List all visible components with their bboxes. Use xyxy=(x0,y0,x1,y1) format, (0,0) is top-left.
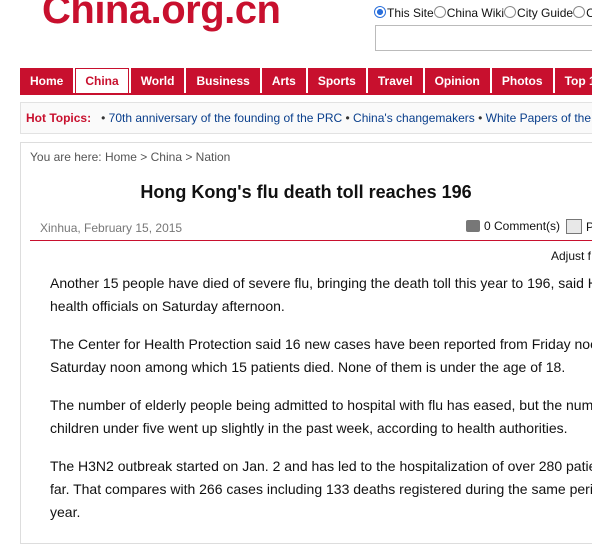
title-divider xyxy=(30,240,592,241)
tab-top[interactable]: Top 1 xyxy=(554,68,592,94)
radio-icon[interactable] xyxy=(504,6,517,18)
tab-home[interactable]: Home xyxy=(20,68,74,94)
article-meta: Xinhua, February 15, 2015 xyxy=(40,221,183,235)
tab-world[interactable]: World xyxy=(130,68,185,94)
article-line: The Center for Health Protection said 16… xyxy=(50,336,592,352)
article-line: Another 15 people have died of severe fl… xyxy=(50,275,592,291)
adjust-font-size[interactable]: Adjust f xyxy=(551,249,591,263)
nav-underline xyxy=(20,93,592,95)
radio-icon[interactable] xyxy=(573,6,586,18)
tab-business[interactable]: Business xyxy=(186,68,260,94)
tab-travel[interactable]: Travel xyxy=(367,68,423,94)
scope-option-china-wiki[interactable]: China Wiki xyxy=(433,6,504,20)
hot-topic-link[interactable]: 70th anniversary of the founding of the … xyxy=(109,111,342,125)
article-line: year. xyxy=(50,504,81,520)
scope-option-this-site[interactable]: This Site xyxy=(374,6,434,20)
search-scope: This Site China Wiki City Guide C xyxy=(374,6,592,20)
article-line: far. That compares with 266 cases includ… xyxy=(50,481,592,497)
radio-icon[interactable] xyxy=(374,6,386,18)
article-line: The number of elderly people being admit… xyxy=(50,397,592,413)
site-logo[interactable]: China.org.cn xyxy=(42,0,281,33)
tab-opinion[interactable]: Opinion xyxy=(424,68,490,94)
article-title: Hong Kong's flu death toll reaches 196 xyxy=(140,182,472,202)
tab-arts[interactable]: Arts xyxy=(261,68,306,94)
breadcrumb: You are here: Home > China > Nation xyxy=(30,150,231,164)
print-link[interactable]: P xyxy=(566,219,592,234)
radio-icon[interactable] xyxy=(433,6,446,18)
hot-topic-link[interactable]: China's changemakers xyxy=(353,111,475,125)
tab-china[interactable]: China xyxy=(75,68,129,94)
comments-link[interactable]: 0 Comment(s) xyxy=(466,219,560,233)
tab-sports[interactable]: Sports xyxy=(307,68,366,94)
comment-icon xyxy=(466,220,480,232)
tab-photos[interactable]: Photos xyxy=(491,68,553,94)
print-icon xyxy=(566,219,582,234)
scope-option-city-guide[interactable]: City Guide xyxy=(504,6,573,20)
scope-option-more[interactable]: C xyxy=(573,6,592,20)
hot-topics-label: Hot Topics: xyxy=(26,111,92,125)
article-line: children under five went up slightly in … xyxy=(50,420,568,436)
article-line: The H3N2 outbreak started on Jan. 2 and … xyxy=(50,458,592,474)
hot-topics-bar: Hot Topics: • 70th anniversary of the fo… xyxy=(20,102,592,134)
article-line: health officials on Saturday afternoon. xyxy=(50,298,285,314)
main-nav: Home China World Business Arts Sports Travel Op… xyxy=(20,68,592,94)
search-input[interactable] xyxy=(375,25,592,51)
article-line: Saturday noon among which 15 patients di… xyxy=(50,359,566,375)
hot-topic-link[interactable]: White Papers of the xyxy=(486,111,591,125)
